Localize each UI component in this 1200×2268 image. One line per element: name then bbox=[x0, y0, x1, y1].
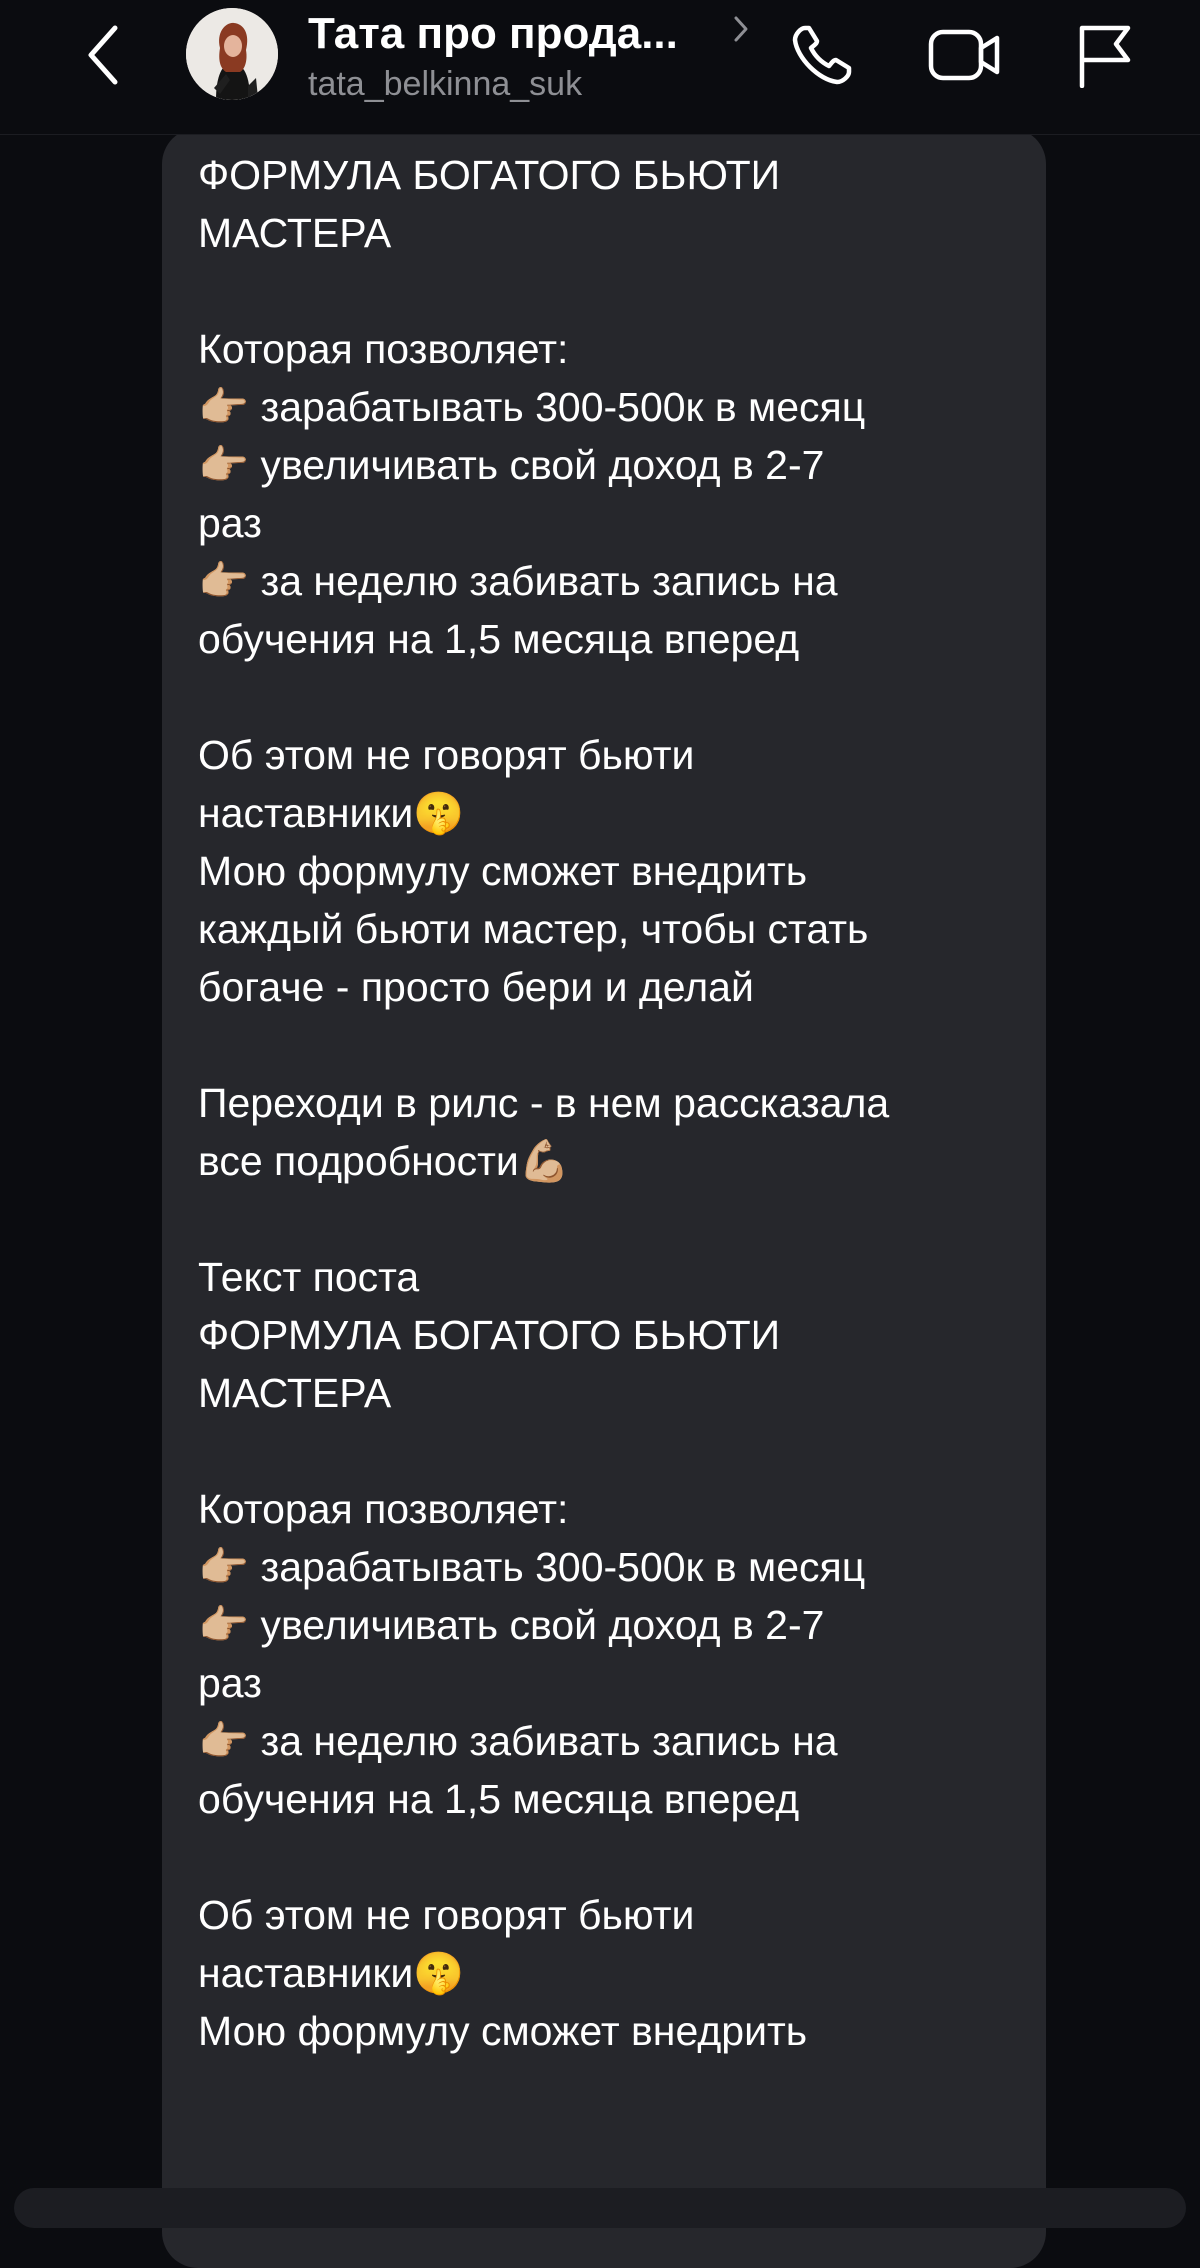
avatar-image bbox=[186, 8, 278, 100]
call-button[interactable] bbox=[782, 20, 862, 90]
video-call-button[interactable] bbox=[924, 20, 1004, 90]
chat-username: tata_belkinna_suk bbox=[308, 65, 583, 103]
chat-title: Тата про прода... bbox=[308, 9, 678, 58]
chevron-left-icon bbox=[88, 25, 118, 85]
video-camera-icon bbox=[928, 29, 1000, 81]
chat-header: Тата про прода... tata_belkinna_suk bbox=[0, 0, 1200, 135]
report-button[interactable] bbox=[1064, 20, 1144, 90]
message-composer[interactable] bbox=[14, 2188, 1186, 2228]
avatar[interactable] bbox=[186, 8, 278, 100]
flag-icon bbox=[1079, 25, 1131, 88]
back-button[interactable] bbox=[78, 20, 128, 90]
chat-title-link[interactable]: Тата про прода... tata_belkinna_suk bbox=[308, 6, 768, 106]
message-bubble[interactable]: ФОРМУЛА БОГАТОГО БЬЮТИ МАСТЕРА Которая п… bbox=[162, 128, 1046, 2268]
message-text: ФОРМУЛА БОГАТОГО БЬЮТИ МАСТЕРА Которая п… bbox=[198, 152, 890, 2054]
phone-icon bbox=[792, 25, 852, 85]
chevron-right-icon bbox=[734, 16, 748, 42]
